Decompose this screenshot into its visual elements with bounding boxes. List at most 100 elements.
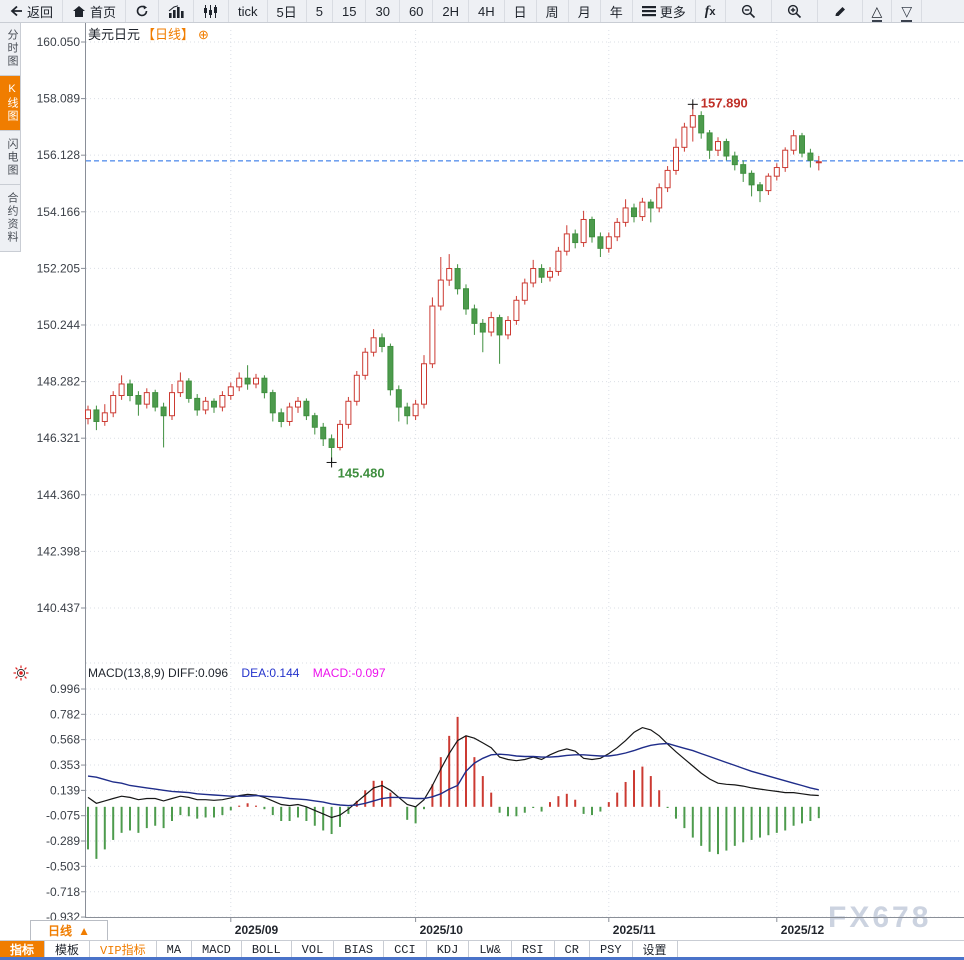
bar-chart-icon bbox=[168, 5, 184, 18]
macd-diff-value: DIFF:0.096 bbox=[168, 666, 228, 680]
tab-rsi[interactable]: RSI bbox=[512, 941, 555, 958]
macd-y-axis-label: -0.289 bbox=[46, 834, 80, 848]
toolbar-label: 周 bbox=[546, 2, 559, 21]
indicator-tabbar: 指标模板VIP指标MAMACDBOLLVOLBIASCCIKDJLW&RSICR… bbox=[0, 940, 964, 958]
sidebar-tab-lightning-chart[interactable]: 闪电图 bbox=[0, 131, 21, 185]
toolbar-draw-icon[interactable] bbox=[818, 0, 863, 22]
toolbar-5-button[interactable]: 5 bbox=[307, 0, 333, 22]
toolbar-label: 年 bbox=[610, 2, 623, 21]
toolbar-label: tick bbox=[238, 4, 258, 19]
toolbar-year-button[interactable]: 年 bbox=[601, 0, 633, 22]
y-axis-label: 150.244 bbox=[37, 318, 81, 332]
toolbar-bar-chart-icon[interactable] bbox=[159, 0, 194, 22]
macd-y-axis-label: 0.996 bbox=[50, 682, 80, 696]
tab-指标[interactable]: 指标 bbox=[0, 941, 45, 958]
toolbar-label: 月 bbox=[578, 2, 591, 21]
sun-icon[interactable] bbox=[13, 665, 29, 686]
chart-type-sidebar: 分时图K线图闪电图合约资料 bbox=[0, 22, 22, 252]
draw-icon bbox=[833, 5, 847, 18]
chart-canvas[interactable] bbox=[86, 22, 964, 917]
tab-模板[interactable]: 模板 bbox=[45, 941, 90, 958]
period-selector-button[interactable]: 日线 ▲ bbox=[30, 920, 108, 941]
x-axis-label: 2025/11 bbox=[613, 923, 656, 937]
y-axis-label: 152.205 bbox=[37, 261, 81, 275]
y-axis-label: 160.050 bbox=[37, 35, 81, 49]
refresh-icon bbox=[135, 4, 149, 18]
toolbar-5d-button[interactable]: 5日 bbox=[268, 0, 307, 22]
y-axis-label: 148.282 bbox=[37, 375, 81, 389]
tab-boll[interactable]: BOLL bbox=[242, 941, 292, 958]
toolbar-label: 4H bbox=[478, 4, 495, 19]
tab-kdj[interactable]: KDJ bbox=[427, 941, 470, 958]
tab-cci[interactable]: CCI bbox=[384, 941, 427, 958]
macd-y-axis-label: 0.568 bbox=[50, 733, 80, 747]
macd-y-axis-label: 0.139 bbox=[50, 783, 80, 797]
more-icon bbox=[642, 5, 656, 17]
sidebar-tab-kline-chart[interactable]: K线图 bbox=[0, 76, 21, 131]
tab-lw&[interactable]: LW& bbox=[469, 941, 512, 958]
back-icon bbox=[9, 5, 23, 18]
macd-y-axis-label: -0.075 bbox=[46, 809, 80, 823]
toolbar-month-button[interactable]: 月 bbox=[569, 0, 601, 22]
y-axis-label: 140.437 bbox=[37, 601, 81, 615]
toolbar-fx-icon[interactable]: fx bbox=[696, 0, 726, 22]
y-axis-label: 156.128 bbox=[37, 148, 81, 162]
toolbar-label: 5 bbox=[316, 4, 323, 19]
tab-cr[interactable]: CR bbox=[555, 941, 590, 958]
toolbar-zoom-out-icon[interactable] bbox=[726, 0, 772, 22]
tab-ma[interactable]: MA bbox=[157, 941, 192, 958]
triangle-up-icon: ▲ bbox=[78, 924, 90, 938]
chart-title: 美元日元【日线】 ⊕ bbox=[88, 24, 209, 43]
x-axis-label: 2025/10 bbox=[420, 923, 464, 937]
toolbar: 返回首页 tick 5日 5 1530 60 2H 4H 日周月年 更多 fx △ ▽ bbox=[0, 0, 964, 23]
toolbar-candlestick-icon[interactable] bbox=[194, 0, 229, 22]
toolbar-2h-button[interactable]: 2H bbox=[433, 0, 469, 22]
toolbar-15-button[interactable]: 15 bbox=[333, 0, 366, 22]
y-axis-label: 142.398 bbox=[37, 544, 81, 558]
toolbar-triangle-down-icon[interactable]: ▽ bbox=[892, 0, 922, 22]
tab-psy[interactable]: PSY bbox=[590, 941, 633, 958]
toolbar-back-button[interactable]: 返回 bbox=[0, 0, 63, 22]
toolbar-60-button[interactable]: 60 bbox=[400, 0, 433, 22]
toolbar-label: 5日 bbox=[277, 2, 297, 21]
toolbar-week-button[interactable]: 周 bbox=[537, 0, 569, 22]
toolbar-30-button[interactable]: 30 bbox=[366, 0, 399, 22]
home-icon bbox=[72, 5, 86, 18]
sidebar-tab-time-chart[interactable]: 分时图 bbox=[0, 22, 21, 76]
macd-y-axis-label: -0.718 bbox=[46, 885, 80, 899]
tab-vol[interactable]: VOL bbox=[292, 941, 335, 958]
sidebar-tab-contract-info[interactable]: 合约资料 bbox=[0, 185, 21, 252]
symbol-name: 美元日元 bbox=[88, 27, 140, 42]
toolbar-home-button[interactable]: 首页 bbox=[63, 0, 126, 22]
x-axis-label: 2025/09 bbox=[235, 923, 279, 937]
add-overlay-icon[interactable]: ⊕ bbox=[198, 27, 209, 42]
toolbar-tick-button[interactable]: tick bbox=[229, 0, 268, 22]
y-axis-label: 154.166 bbox=[37, 205, 81, 219]
tab-bias[interactable]: BIAS bbox=[334, 941, 384, 958]
toolbar-label: 60 bbox=[409, 4, 423, 19]
period-tag: 【日线】 bbox=[142, 27, 194, 42]
toolbar-label: 2H bbox=[442, 4, 459, 19]
toolbar-label: 更多 bbox=[660, 2, 686, 21]
toolbar-4h-button[interactable]: 4H bbox=[469, 0, 505, 22]
triangle-up-icon: △ bbox=[872, 4, 883, 19]
tab-设置[interactable]: 设置 bbox=[633, 941, 678, 958]
toolbar-triangle-up-icon[interactable]: △ bbox=[863, 0, 893, 22]
tab-macd[interactable]: MACD bbox=[192, 941, 242, 958]
x-axis-label: 2025/12 bbox=[781, 923, 825, 937]
zoom-out-icon bbox=[741, 4, 756, 19]
triangle-down-icon: ▽ bbox=[901, 4, 912, 19]
y-axis-label: 144.360 bbox=[37, 488, 81, 502]
toolbar-refresh-icon[interactable] bbox=[126, 0, 159, 22]
toolbar-more-button[interactable]: 更多 bbox=[633, 0, 696, 22]
macd-formula: MACD(13,8,9) bbox=[88, 666, 165, 680]
toolbar-day-button[interactable]: 日 bbox=[505, 0, 537, 22]
macd-header: MACD(13,8,9) DIFF:0.096 DEA:0.144 MACD:-… bbox=[88, 666, 386, 680]
toolbar-zoom-in-icon[interactable] bbox=[772, 0, 818, 22]
tab-vip指标[interactable]: VIP指标 bbox=[90, 941, 157, 958]
macd-bar-value: MACD:-0.097 bbox=[313, 666, 386, 680]
zoom-in-icon bbox=[787, 4, 802, 19]
toolbar-label: 日 bbox=[514, 2, 527, 21]
period-selector-label: 日线 bbox=[48, 922, 72, 939]
toolbar-label: 返回 bbox=[27, 2, 53, 21]
